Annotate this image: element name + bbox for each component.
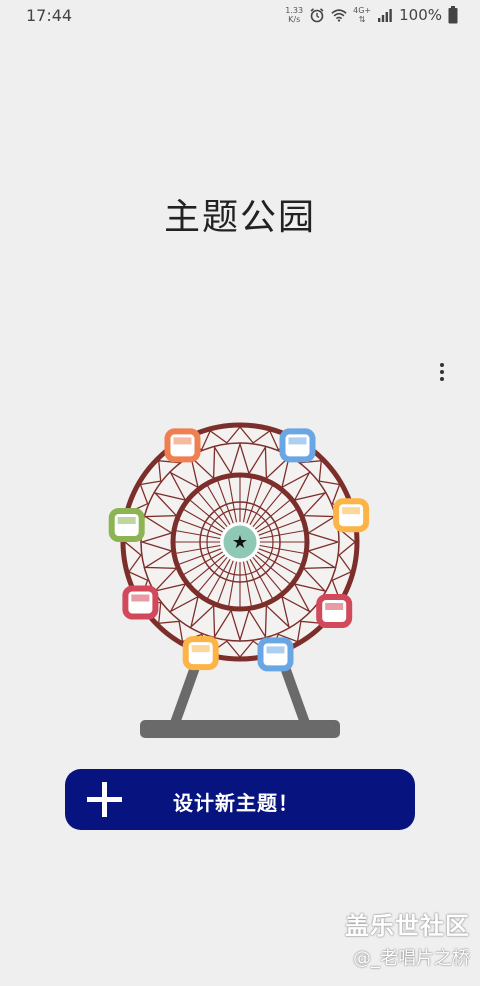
design-new-theme-button[interactable]: 设计新主题！ bbox=[65, 769, 415, 830]
cabin bbox=[333, 498, 370, 533]
app-screen: 17:44 1.33 K/s 4G+ ⇅ 100% 主题公园 ★ 设计新主题！ … bbox=[0, 0, 480, 986]
more-vertical-icon-dot bbox=[440, 377, 444, 381]
cabin-window bbox=[131, 594, 150, 602]
alarm-icon bbox=[310, 8, 324, 23]
cabin-window bbox=[325, 603, 344, 610]
network-type-label: 4G+ bbox=[353, 6, 372, 15]
more-vertical-icon-dot bbox=[440, 370, 444, 374]
wifi-icon bbox=[331, 9, 347, 22]
watermark-author: @_老唱片之桥 bbox=[353, 948, 470, 969]
signal-icon bbox=[378, 9, 392, 22]
cabin bbox=[279, 428, 316, 463]
network-speed-unit: K/s bbox=[288, 15, 301, 24]
more-vertical-icon bbox=[440, 363, 444, 367]
cabin-window bbox=[266, 646, 285, 654]
battery-icon bbox=[448, 6, 458, 24]
watermark-brand: 盖乐世社区 bbox=[345, 912, 470, 940]
cabin-window bbox=[191, 645, 210, 653]
network-type: 4G+ ⇅ bbox=[353, 6, 371, 24]
network-speed: 1.33 K/s bbox=[285, 6, 303, 24]
cabin-window bbox=[342, 507, 361, 515]
status-time: 17:44 bbox=[26, 6, 73, 25]
cabin bbox=[316, 594, 353, 628]
wheel-structure: ★ bbox=[108, 422, 370, 672]
more-options-button[interactable] bbox=[426, 356, 458, 388]
star-icon: ★ bbox=[232, 532, 248, 553]
status-bar: 17:44 1.33 K/s 4G+ ⇅ 100% bbox=[0, 0, 480, 30]
cabin-window bbox=[173, 437, 192, 445]
ferris-wheel-illustration: ★ bbox=[108, 422, 370, 738]
cabin-window bbox=[117, 517, 136, 524]
cabin bbox=[182, 636, 219, 671]
cabin bbox=[108, 508, 145, 542]
wheel-base bbox=[140, 720, 340, 738]
cabin bbox=[257, 637, 294, 672]
plus-icon bbox=[87, 782, 122, 817]
design-new-theme-label: 设计新主题！ bbox=[173, 791, 299, 815]
cabin-window bbox=[288, 437, 307, 445]
data-arrows-icon: ⇅ bbox=[358, 15, 366, 24]
cabin bbox=[122, 585, 159, 620]
status-icons: 1.33 K/s 4G+ ⇅ 100% bbox=[285, 4, 458, 26]
page-title: 主题公园 bbox=[163, 197, 316, 238]
cabin bbox=[164, 428, 201, 463]
network-speed-value: 1.33 bbox=[285, 6, 304, 15]
battery-percentage: 100% bbox=[399, 6, 442, 24]
